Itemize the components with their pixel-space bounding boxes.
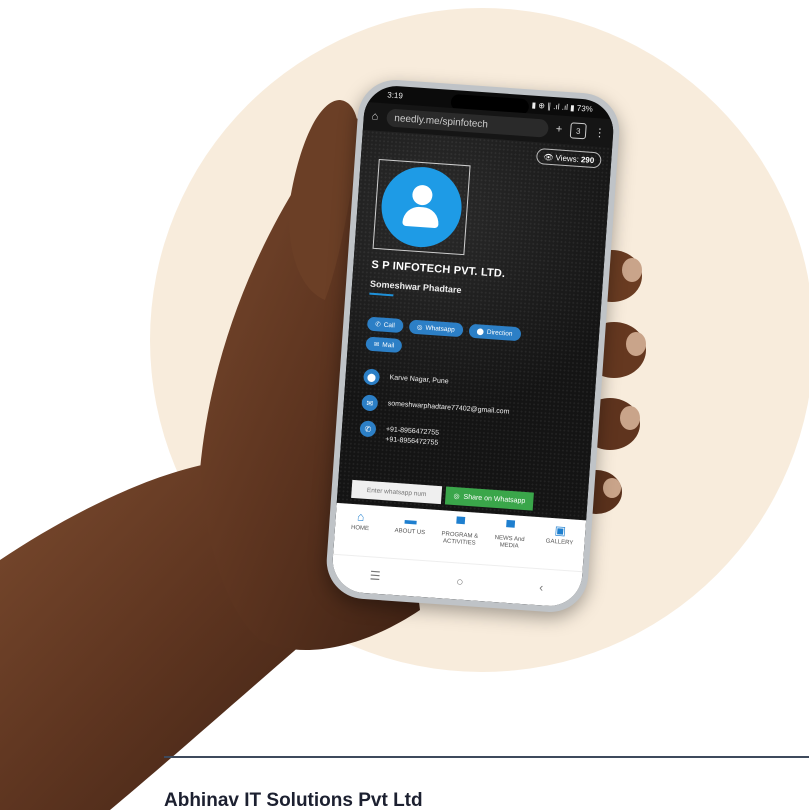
back-icon[interactable]: ‹ (539, 580, 544, 594)
status-indicators: ▮ ⊕ ∥ .ıl .ıl ▮ 73% (531, 100, 594, 114)
map-pin-icon: ⬤ (476, 328, 485, 336)
eye-icon: 👁 (543, 151, 554, 162)
mail-button[interactable]: ✉ Mail (365, 336, 403, 354)
more-menu-icon[interactable]: ⋮ (594, 125, 606, 139)
call-label: Call (383, 321, 396, 329)
nav-news-media[interactable]: ▀ NEWS And MEDIA (487, 520, 533, 552)
nav-news-label: NEWS And MEDIA (494, 534, 525, 550)
phone-icon: ✆ (359, 420, 377, 438)
nav-program-activities[interactable]: ▀ PROGRAM & ACTIVITIES (437, 516, 483, 548)
boxes-icon: ▀ (455, 516, 466, 531)
call-button[interactable]: ✆ Call (366, 316, 404, 334)
share-label: Share on Whatsapp (463, 493, 526, 505)
boxes-icon: ▀ (505, 519, 516, 535)
email-icon: ✉ (361, 394, 379, 412)
profile-card: 👁 Views: 290 S P INFOTECH PVT. LTD. Some… (336, 129, 613, 521)
nav-gallery[interactable]: ▣ GALLERY (537, 523, 582, 548)
nav-home-label: HOME (350, 524, 370, 533)
phone-numbers: +91-8956472755 +91-8956472755 (385, 422, 440, 449)
address-text: Karve Nagar, Pune (389, 374, 449, 386)
views-count: 290 (580, 154, 595, 165)
url-text: needly.me/spinfotech (393, 112, 489, 130)
whatsapp-icon: ◎ (453, 493, 460, 501)
direction-label: Direction (486, 328, 513, 338)
status-time: 3:19 (387, 89, 404, 100)
phone-screen: 3:19 ▮ ⊕ ∥ .ıl .ıl ▮ 73% ⌂ needly.me/spi… (330, 83, 616, 609)
user-avatar-icon (378, 164, 465, 250)
action-buttons-row-2: ✉ Mail (365, 336, 403, 354)
location-icon: ⬤ (363, 368, 381, 386)
system-home-icon[interactable]: ○ (456, 574, 464, 588)
whatsapp-icon: ◎ (416, 324, 423, 332)
nav-about-us[interactable]: ▬ ABOUT US (388, 513, 433, 538)
whatsapp-label: Whatsapp (425, 324, 455, 334)
nav-gallery-label: GALLERY (545, 538, 574, 547)
footer-divider (164, 756, 809, 758)
nav-home[interactable]: ⌂ HOME (338, 509, 383, 534)
nav-program-label: PROGRAM & ACTIVITIES (441, 531, 479, 547)
tab-switcher-button[interactable]: 3 (569, 122, 587, 140)
mail-icon: ✉ (373, 341, 380, 349)
views-label: Views: (555, 152, 580, 164)
new-tab-icon[interactable]: + (555, 123, 562, 135)
mail-label: Mail (382, 341, 395, 349)
avatar (372, 158, 471, 256)
image-file-icon: ▣ (554, 523, 567, 538)
briefcase-icon: ▬ (404, 512, 418, 528)
footer-company-title: Abhinav IT Solutions Pvt Ltd (164, 790, 423, 811)
home-icon: ⌂ (356, 509, 365, 524)
phone-device: 3:19 ▮ ⊕ ∥ .ıl .ıl ▮ 73% ⌂ needly.me/spi… (324, 77, 622, 615)
home-icon[interactable]: ⌂ (371, 110, 378, 122)
phone-icon: ✆ (375, 321, 381, 329)
recents-icon[interactable]: ☰ (369, 568, 381, 583)
nav-about-label: ABOUT US (394, 527, 426, 537)
